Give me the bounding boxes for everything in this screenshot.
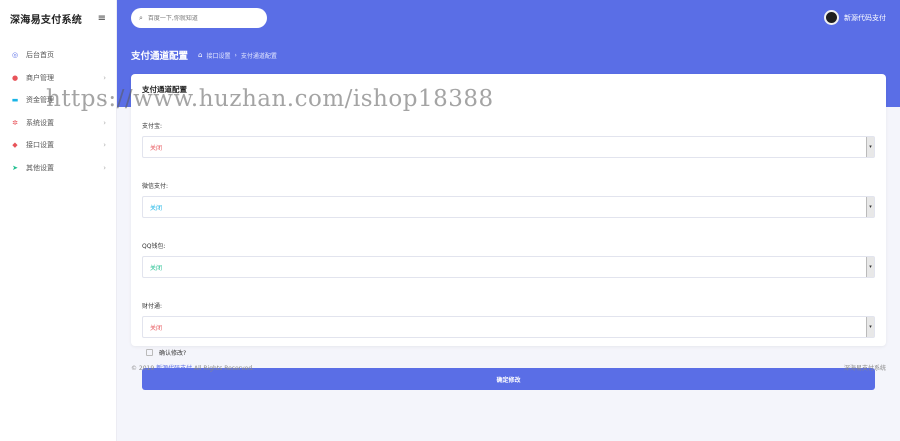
wechat-select[interactable]: 关闭 ▾ <box>142 196 875 218</box>
qq-wallet-select[interactable]: 关闭 ▾ <box>142 256 875 278</box>
brand-bar: 深海易支付系统 ≡ <box>0 0 116 36</box>
chevron-right-icon: › <box>103 163 106 172</box>
user-menu[interactable]: 新源代码支付 <box>824 10 886 25</box>
sidebar-item-label: 接口设置 <box>26 141 54 150</box>
home-icon[interactable]: ⌂ <box>198 51 202 59</box>
sidebar-nav: ◎ 后台首页 ● 商户管理 › ▬ 资金管理 › ✲ 系统设置 › ◆ 接口设置… <box>0 44 116 179</box>
user-name[interactable]: 新源代码支付 <box>844 13 886 23</box>
sidebar-item-dashboard[interactable]: ◎ 后台首页 <box>0 44 116 67</box>
select-value: 关闭 <box>150 144 163 152</box>
sidebar-item-other[interactable]: ➤ 其他设置 › <box>0 157 116 180</box>
footer: © 2019 新源代码支付 All Rights Reserved. 深海易支付… <box>131 363 886 372</box>
gear-icon: ✲ <box>12 118 18 127</box>
search-input[interactable] <box>147 14 258 22</box>
dropdown-arrow-icon[interactable]: ▾ <box>866 197 874 217</box>
confirm-label[interactable]: 确认修改? <box>159 348 186 357</box>
select-value: 关闭 <box>150 264 163 272</box>
user-icon: ● <box>11 73 19 82</box>
select-value: 关闭 <box>150 324 163 332</box>
search-box[interactable]: ⌕ <box>131 8 267 28</box>
sidebar-item-label: 系统设置 <box>26 118 54 127</box>
chevron-right-icon: › <box>103 118 106 127</box>
wallet-icon: ▬ <box>11 96 19 105</box>
footer-right-text: 深海易支付系统 <box>843 365 886 372</box>
page-heading: 支付通道配置 ⌂ 接口设置 › 支付通道配置 <box>131 48 277 62</box>
breadcrumb-separator: › <box>234 51 237 59</box>
rights-text: All Rights Reserved. <box>194 365 255 372</box>
field-label-wechat: 微信支付: <box>142 183 169 190</box>
search-icon: ⌕ <box>139 13 143 22</box>
sidebar-item-funds[interactable]: ▬ 资金管理 › <box>0 89 116 112</box>
tenpay-select[interactable]: 关闭 ▾ <box>142 316 875 338</box>
field-label-tenpay: 财付通: <box>142 303 163 310</box>
dropdown-arrow-icon[interactable]: ▾ <box>866 137 874 157</box>
avatar[interactable] <box>824 10 839 25</box>
sidebar: 深海易支付系统 ≡ ◎ 后台首页 ● 商户管理 › ▬ 资金管理 › ✲ 系统设… <box>0 0 117 441</box>
breadcrumb-item[interactable]: 接口设置 <box>206 51 230 60</box>
settings-card: 支付通道配置 支付宝: 关闭 ▾ 微信支付: 关闭 ▾ QQ钱包: 关闭 ▾ 财… <box>131 74 886 390</box>
sidebar-item-label: 后台首页 <box>26 51 54 60</box>
dropdown-arrow-icon[interactable]: ▾ <box>866 317 874 337</box>
breadcrumb-item: 支付通道配置 <box>240 52 277 60</box>
chevron-right-icon: › <box>103 141 106 150</box>
field-label-alipay: 支付宝: <box>142 123 163 130</box>
alipay-select[interactable]: 关闭 ▾ <box>142 136 875 158</box>
sidebar-item-label: 资金管理 <box>26 96 54 105</box>
breadcrumb: ⌂ 接口设置 › 支付通道配置 <box>198 51 277 60</box>
card-title: 支付通道配置 <box>142 85 187 94</box>
sidebar-item-interface[interactable]: ◆ 接口设置 › <box>0 134 116 157</box>
send-icon: ➤ <box>12 163 18 172</box>
menu-icon[interactable]: ≡ <box>98 13 106 24</box>
copyright-text: © 2019 <box>131 365 155 372</box>
field-label-qq: QQ钱包: <box>142 243 166 250</box>
sidebar-item-label: 其他设置 <box>26 163 54 172</box>
select-value: 关闭 <box>150 204 163 212</box>
plug-icon: ◆ <box>12 141 18 150</box>
chevron-right-icon: › <box>103 73 106 82</box>
confirm-checkbox[interactable] <box>146 349 153 356</box>
page-title: 支付通道配置 <box>131 51 189 62</box>
dashboard-icon: ◎ <box>11 51 19 60</box>
confirm-row[interactable]: 确认修改? <box>142 348 875 357</box>
chevron-right-icon: › <box>103 96 106 105</box>
footer-brand-link[interactable]: 新源代码支付 <box>156 365 192 372</box>
brand-title: 深海易支付系统 <box>10 14 83 26</box>
sidebar-item-merchants[interactable]: ● 商户管理 › <box>0 67 116 90</box>
sidebar-item-label: 商户管理 <box>26 73 54 82</box>
dropdown-arrow-icon[interactable]: ▾ <box>866 257 874 277</box>
sidebar-item-system[interactable]: ✲ 系统设置 › <box>0 112 116 135</box>
footer-copyright: © 2019 新源代码支付 All Rights Reserved. <box>131 363 254 372</box>
